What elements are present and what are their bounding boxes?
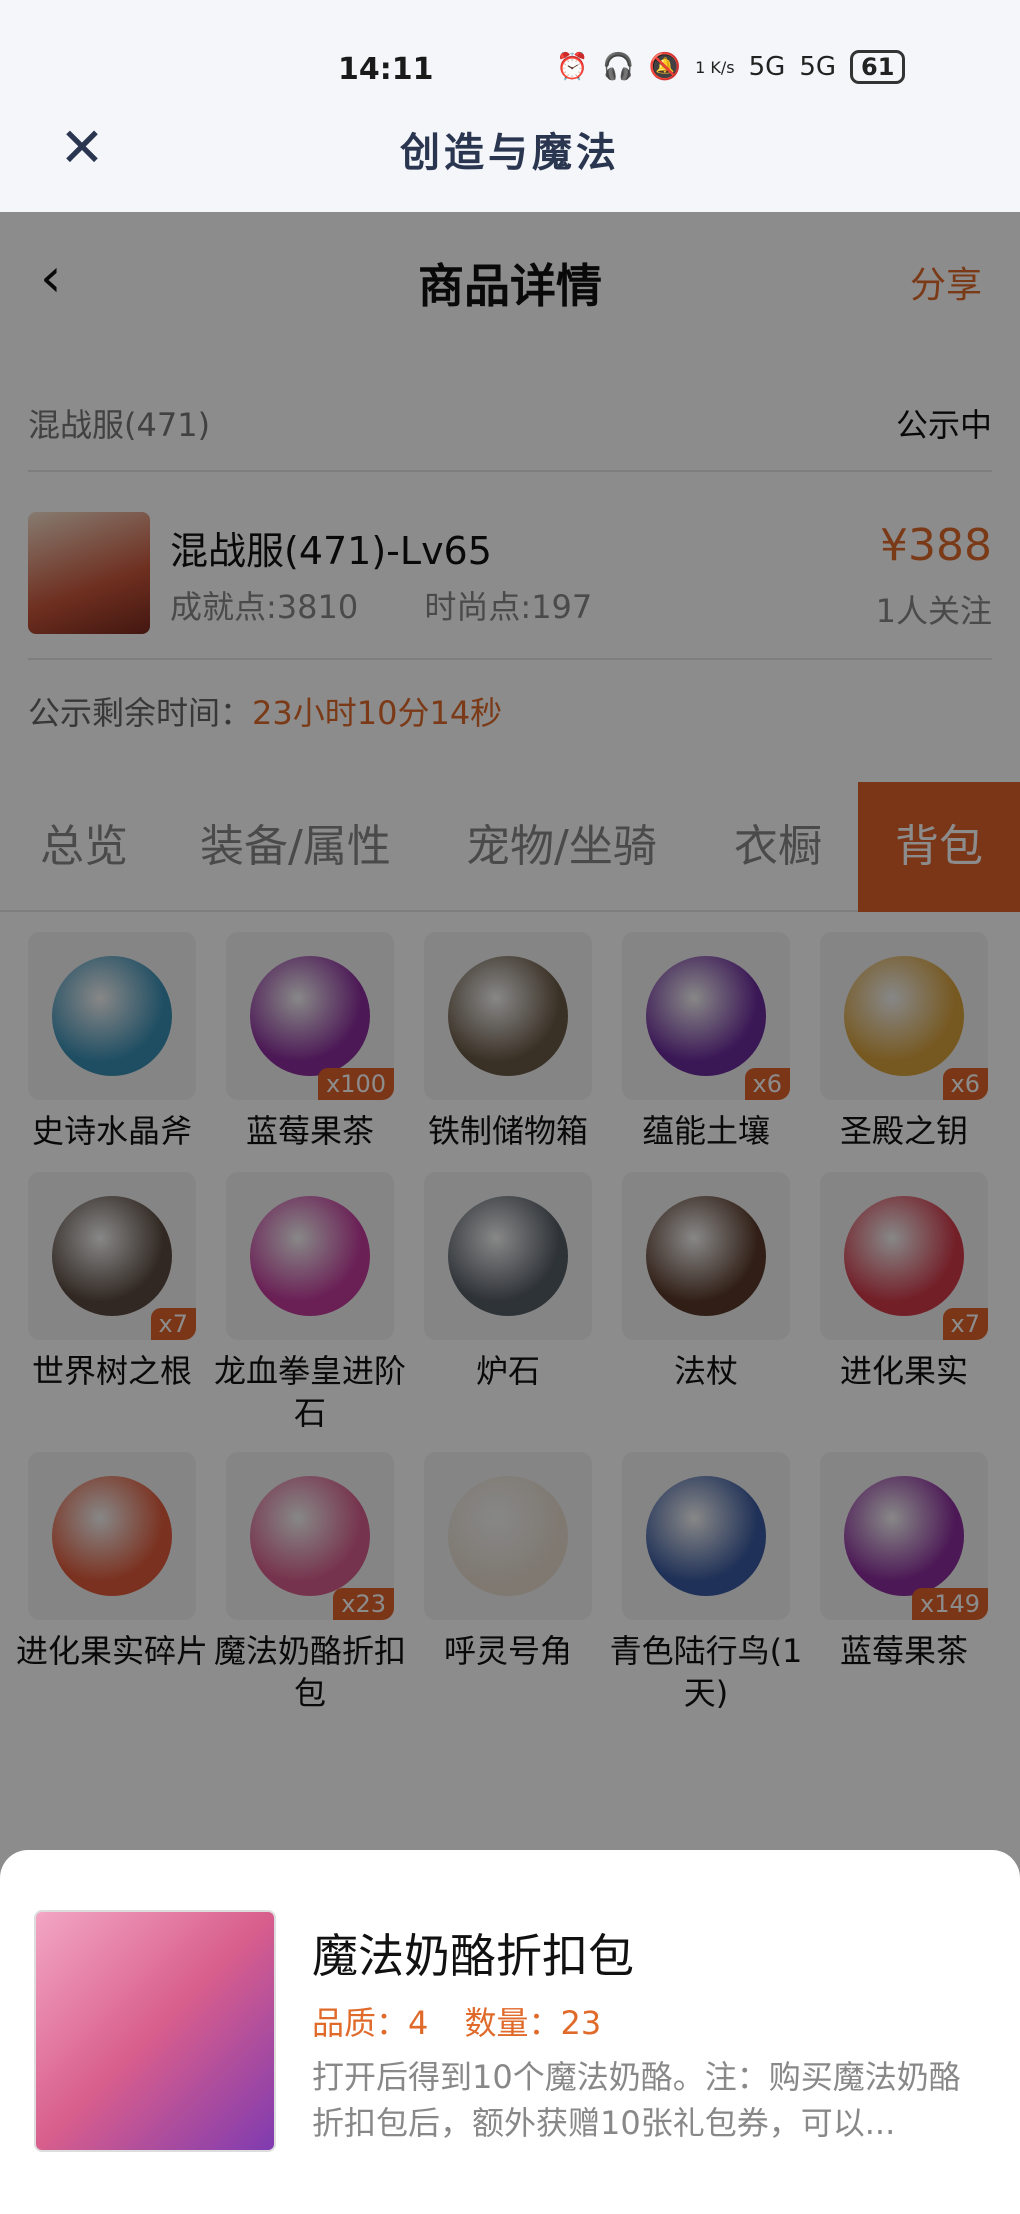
signal-5g-icon-2: 5G: [799, 52, 837, 82]
status-bar: 14:11 ⏰ 🎧 🔕 1 K/s 5G 5G 61: [0, 0, 1020, 120]
item-title: 魔法奶酪折扣包: [312, 1929, 634, 1983]
app-title: 创造与魔法: [400, 130, 620, 176]
item-quality: 品质：4: [312, 2004, 429, 2042]
status-icons: ⏰ 🎧 🔕 1 K/s 5G 5G 61: [556, 50, 906, 84]
item-detail-sheet: 魔法奶酪折扣包 品质：4 数量：23 打开后得到10个魔法奶酪。注：购买魔法奶酪…: [0, 1850, 1020, 2214]
app-bar: 创造与魔法 ✕: [0, 112, 1020, 212]
item-description: 打开后得到10个魔法奶酪。注：购买魔法奶酪折扣包后，额外获赠10张礼包券，可以.…: [312, 2058, 961, 2142]
close-icon[interactable]: ✕: [52, 118, 112, 178]
alarm-icon: ⏰: [556, 52, 589, 82]
item-quantity: 数量：23: [464, 2004, 602, 2042]
headphones-icon: 🎧: [602, 52, 635, 82]
status-time: 14:11: [338, 52, 434, 87]
mute-icon: 🔕: [648, 52, 682, 82]
signal-5g-icon: 5G: [748, 52, 786, 82]
battery-icon: 61: [850, 50, 906, 84]
item-thumbnail: [34, 1910, 276, 2152]
net-speed: 1 K/s: [695, 57, 735, 77]
item-meta: 品质：4 数量：23: [312, 1998, 627, 2044]
